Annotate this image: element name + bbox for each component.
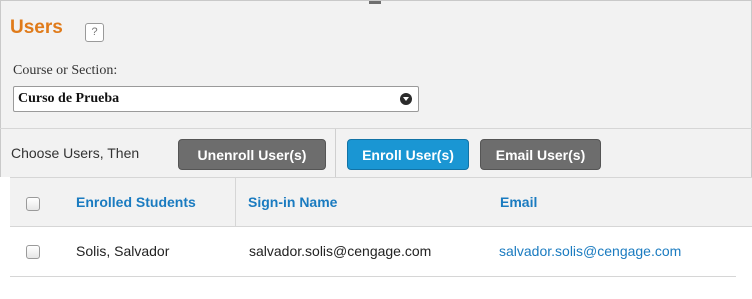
page-title: Users [10,17,63,38]
help-icon[interactable]: ? [85,23,104,42]
row-select-checkbox[interactable] [26,245,40,259]
course-section-select[interactable]: Curso de Prueba [13,86,419,112]
table-header: Enrolled Students Sign-in Name Email [10,177,752,228]
choose-users-prompt: Choose Users, Then [11,145,140,161]
email-users-button[interactable]: Email User(s) [480,139,601,170]
course-section-label: Course or Section: [13,63,118,78]
user-actions-toolbar: Choose Users, Then Unenroll User(s) Enro… [0,129,752,177]
course-select-value: Curso de Prueba [18,91,120,106]
column-divider [235,178,236,228]
unenroll-users-button[interactable]: Unenroll User(s) [178,139,326,170]
email-link[interactable]: salvador.solis@cengage.com [499,243,681,259]
student-name: Solis, Salvador [76,243,170,259]
column-header-email[interactable]: Email [500,194,537,210]
table-row-partial [10,278,736,299]
column-header-signin-name[interactable]: Sign-in Name [248,194,337,210]
table-row: Solis, Salvador salvador.solis@cengage.c… [10,227,736,277]
enroll-users-button[interactable]: Enroll User(s) [347,139,469,170]
signin-name: salvador.solis@cengage.com [249,243,432,259]
chevron-down-icon [400,93,412,105]
select-all-checkbox[interactable] [26,197,40,211]
users-panel: Users ? Course or Section: Curso de Prue… [0,0,752,299]
column-header-enrolled-students[interactable]: Enrolled Students [76,194,196,210]
users-header-area: Users ? Course or Section: Curso de Prue… [0,0,752,130]
toolbar-separator [335,129,336,177]
top-drag-handle [369,1,381,4]
